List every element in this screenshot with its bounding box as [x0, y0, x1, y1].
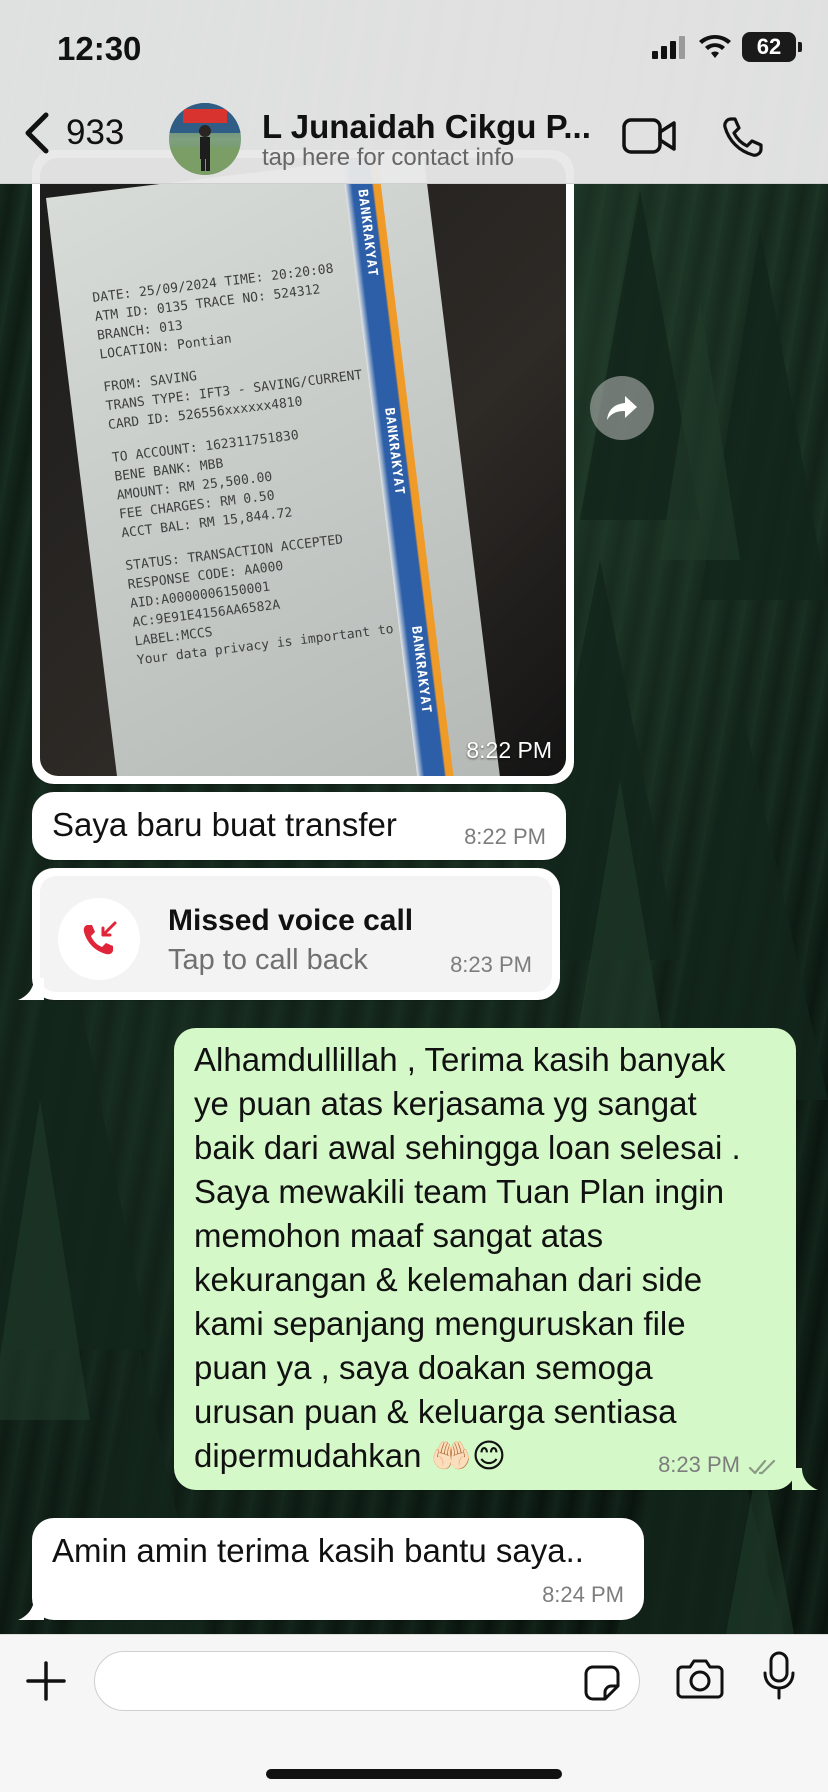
forward-icon — [607, 396, 637, 420]
message-line: memohon maaf sangat atas — [194, 1217, 604, 1254]
message-time: 8:23 PM — [658, 1452, 740, 1477]
phone-icon — [723, 117, 763, 157]
missed-call-message[interactable]: Missed voice call Tap to call back 8:23 … — [32, 868, 560, 1000]
message-line: Saya mewakili team Tuan Plan ingin — [194, 1173, 725, 1210]
message-text: Amin amin terima kasih bantu saya.. — [52, 1532, 584, 1569]
wifi-icon — [699, 35, 731, 58]
message-time: 8:24 PM — [542, 1582, 624, 1607]
plus-icon — [26, 1661, 66, 1701]
message-text: Alhamdullillah , Terima kasih banyak ye … — [194, 1038, 741, 1478]
receipt-photo[interactable]: DATE: 25/09/2024 TIME: 20:20:08 ATM ID: … — [40, 158, 566, 776]
video-call-button[interactable] — [622, 118, 676, 159]
message-line: kami sepanjang menguruskan file — [194, 1305, 686, 1342]
incoming-message[interactable]: Amin amin terima kasih bantu saya.. 8:24… — [32, 1518, 644, 1620]
missed-call-icon — [83, 921, 117, 955]
atm-receipt: DATE: 25/09/2024 TIME: 20:20:08 ATM ID: … — [46, 158, 502, 776]
composer-bar — [0, 1634, 828, 1792]
camera-button[interactable] — [676, 1657, 724, 1704]
call-back-label[interactable]: Tap to call back — [168, 944, 368, 977]
chat-header: 12:30 62 933 L Junaidah Cikgu P... tap h… — [0, 0, 828, 184]
message-line: kekurangan & kelemahan dari side — [194, 1261, 703, 1298]
message-line: Alhamdullillah , Terima kasih banyak — [194, 1041, 726, 1078]
bubble-tail — [18, 978, 44, 1000]
message-input[interactable] — [94, 1651, 640, 1711]
chevron-left-icon — [25, 112, 49, 154]
contact-name[interactable]: L Junaidah Cikgu P... — [262, 108, 602, 146]
unread-count: 933 — [66, 113, 125, 152]
message-time: 8:22 PM — [466, 737, 552, 763]
double-check-icon — [748, 1459, 776, 1475]
message-line: urusan puan & keluarga sentiasa — [194, 1393, 677, 1430]
forward-button[interactable] — [590, 376, 654, 440]
back-button[interactable]: 933 — [22, 112, 124, 154]
message-line: ye puan atas kerjasama yg sangat — [194, 1085, 697, 1122]
voice-note-button[interactable] — [762, 1651, 796, 1706]
bank-logo-text: BANKRAKYAT — [407, 625, 434, 715]
battery-indicator: 62 — [742, 32, 802, 62]
message-text: Saya baru buat transfer — [52, 806, 397, 843]
bubble-tail — [18, 1598, 44, 1620]
incoming-message[interactable]: Saya baru buat transfer 8:22 PM — [32, 792, 566, 860]
missed-call-badge — [58, 898, 140, 980]
attach-button[interactable] — [26, 1661, 66, 1706]
bank-logo-text: BANKRAKYAT — [381, 406, 407, 497]
message-time: 8:22 PM — [464, 824, 546, 849]
message-line: puan ya , saya doakan semoga — [194, 1349, 653, 1386]
voice-call-button[interactable] — [722, 116, 764, 163]
contact-info-hint[interactable]: tap here for contact info — [262, 144, 514, 172]
status-time: 12:30 — [57, 30, 142, 67]
bank-logo-text: BANKRAKYAT — [354, 188, 381, 278]
call-title: Missed voice call — [168, 904, 414, 937]
camera-icon — [676, 1659, 724, 1699]
home-indicator — [266, 1769, 562, 1779]
message-line: baik dari awal sehingga loan selesai . — [194, 1129, 741, 1166]
cellular-signal-icon — [652, 36, 685, 59]
photo-message[interactable]: DATE: 25/09/2024 TIME: 20:20:08 ATM ID: … — [32, 150, 574, 784]
status-icons: 62 — [652, 32, 802, 62]
missed-call-card[interactable]: Missed voice call Tap to call back 8:23 … — [40, 876, 552, 992]
bubble-tail — [792, 1468, 818, 1490]
microphone-icon — [763, 1651, 795, 1700]
avatar-photo — [169, 103, 241, 175]
video-camera-icon — [622, 118, 676, 154]
message-time: 8:23 PM — [450, 952, 532, 977]
outgoing-message[interactable]: Alhamdullillah , Terima kasih banyak ye … — [174, 1028, 796, 1490]
contact-avatar[interactable] — [169, 103, 241, 175]
sticker-icon[interactable] — [583, 1664, 621, 1702]
